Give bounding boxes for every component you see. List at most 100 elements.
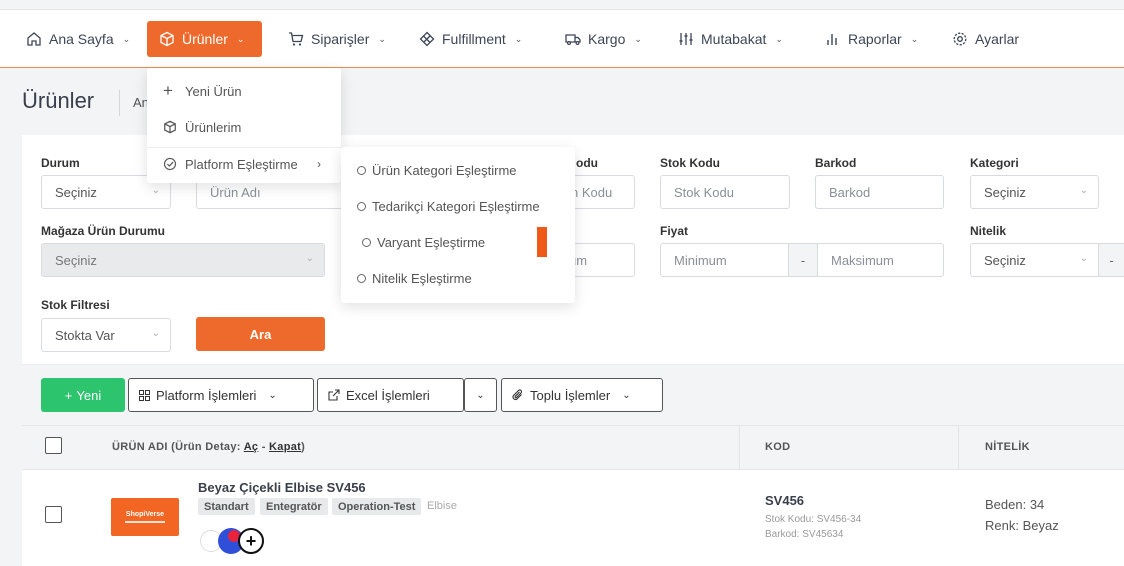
platform-operations-label: Platform İşlemleri — [156, 387, 257, 403]
status-label: Durum — [41, 156, 80, 170]
nav-orders[interactable]: Siparişler ⌄ — [276, 21, 398, 57]
nav-reconciliation[interactable]: Mutabakat ⌄ — [666, 21, 795, 57]
box-icon — [160, 31, 174, 47]
nav-reports-label: Raporlar — [848, 31, 902, 47]
barcode-placeholder: Barkod — [829, 184, 871, 200]
product-code: SV456 — [765, 493, 805, 508]
nav-fulfillment[interactable]: Fulfillment ⌄ — [407, 21, 534, 57]
new-product-button[interactable]: + Yeni — [41, 378, 125, 412]
circle-icon — [357, 165, 366, 175]
submenu-item-variant-matching[interactable]: Varyant Eşleştirme — [362, 232, 485, 252]
attribute-color: Renk: Beyaz — [985, 518, 1059, 533]
stock-filter-select[interactable]: Stokta Var ⌄ — [41, 318, 171, 352]
submenu-item-label: Nitelik Eşleştirme — [372, 270, 472, 286]
table-header: ÜRÜN ADI (Ürün Detay: Aç - Kapat) KOD Nİ… — [22, 425, 1124, 470]
new-button-label: Yeni — [76, 387, 102, 403]
stock-code-label: Stok Kodu — [660, 156, 720, 170]
bar-chart-icon — [827, 34, 837, 45]
excel-operations-label: Excel İşlemleri — [346, 387, 430, 403]
column-attribute: NİTELİK — [985, 441, 1030, 453]
circle-icon — [362, 237, 371, 247]
price-label: Fiyat — [660, 224, 689, 238]
stock-code-input[interactable]: Stok Kodu — [660, 175, 790, 209]
submenu-item-label: Varyant Eşleştirme — [377, 234, 486, 250]
chevron-down-icon: ⌄ — [775, 33, 783, 44]
code-placeholder: n Kodu — [571, 184, 613, 200]
chevron-right-icon: › — [317, 157, 321, 171]
thumbnail-brand-text: ShopiVerse — [125, 511, 165, 518]
nav-shipping[interactable]: Kargo ⌄ — [553, 21, 654, 57]
external-link-icon — [328, 389, 340, 401]
page-title: Ürünler — [22, 88, 95, 113]
nav-reports[interactable]: Raporlar ⌄ — [813, 21, 930, 57]
price-range-dash: - — [788, 243, 818, 277]
nav-shipping-label: Kargo — [588, 31, 626, 47]
add-marketplace-icon[interactable]: + — [238, 528, 264, 554]
submenu-item-label: Tedarikçi Kategori Eşleştirme — [372, 198, 540, 214]
category-label: Kategori — [970, 156, 1019, 170]
barcode-label: Barkod — [815, 156, 857, 170]
menu-item-new-product[interactable]: + Yeni Ürün — [163, 81, 242, 101]
product-name[interactable]: Beyaz Çiçekli Elbise SV456 — [198, 480, 366, 495]
circle-icon — [357, 201, 366, 211]
column-code: KOD — [765, 441, 791, 453]
attribute-select-value: Seçiniz — [984, 252, 1026, 268]
chevron-down-icon: ⌄ — [236, 33, 245, 44]
barcode-input[interactable]: Barkod — [815, 175, 944, 209]
submenu-item-attribute-matching[interactable]: Nitelik Eşleştirme — [357, 268, 472, 288]
cart-icon — [289, 32, 304, 46]
category-select-value: Seçiniz — [984, 184, 1026, 200]
sliders-icon — [679, 33, 693, 45]
column-product-name: ÜRÜN ADI (Ürün Detay: Aç - Kapat) — [112, 441, 305, 453]
package-icon — [419, 31, 435, 47]
bulk-operations-label: Toplu İşlemler — [530, 387, 611, 403]
price-min-input[interactable]: Minimum — [660, 243, 789, 277]
chevron-down-icon: ⌄ — [305, 253, 314, 264]
nav-settings[interactable]: Ayarlar — [940, 21, 1031, 57]
search-button[interactable]: Ara — [196, 317, 325, 351]
status-select-value: Seçiniz — [55, 184, 97, 200]
menu-item-my-products[interactable]: Ürünlerim — [163, 117, 241, 137]
store-status-select[interactable]: Seçiniz ⌄ — [41, 243, 325, 277]
home-icon — [27, 32, 41, 46]
price-max-placeholder: Maksimum — [831, 252, 894, 268]
tag-badge: Operation-Test — [332, 498, 422, 515]
top-strip — [0, 0, 1124, 10]
chevron-down-icon: ⌄ — [476, 389, 485, 401]
price-max-input[interactable]: Maksimum — [817, 243, 944, 277]
bulk-operations-button[interactable]: Toplu İşlemler ⌄ — [501, 378, 663, 412]
chevron-down-icon: ⌄ — [634, 33, 642, 44]
submenu-item-product-category-matching[interactable]: Ürün Kategori Eşleştirme — [357, 160, 517, 180]
product-thumbnail[interactable]: ShopiVerse — [111, 498, 179, 536]
truck-icon — [565, 34, 581, 46]
collapse-details-link[interactable]: Kapat — [269, 441, 301, 453]
tag-badge: Standart — [198, 498, 255, 515]
menu-item-platform-matching[interactable]: Platform Eşleştirme › — [163, 154, 321, 174]
category-select[interactable]: Seçiniz ⌄ — [970, 175, 1099, 209]
thumbnail-bar — [125, 521, 165, 523]
nav-fulfillment-label: Fulfillment — [442, 31, 506, 47]
chevron-down-icon: ⌄ — [1079, 253, 1088, 264]
attribute-select[interactable]: Seçiniz ⌄ — [970, 243, 1099, 277]
expand-details-link[interactable]: Aç — [244, 441, 259, 453]
select-all-checkbox[interactable] — [45, 437, 62, 454]
price-min-placeholder: Minimum — [674, 252, 727, 268]
chevron-down-icon: ⌄ — [151, 185, 160, 196]
chevron-down-icon: ⌄ — [622, 389, 631, 401]
store-status-value: Seçiniz — [55, 252, 97, 268]
column-divider — [958, 426, 959, 469]
menu-divider — [147, 147, 341, 148]
column-divider — [739, 426, 740, 469]
submenu-item-supplier-category-matching[interactable]: Tedarikçi Kategori Eşleştirme — [357, 196, 540, 216]
submenu-item-label: Ürün Kategori Eşleştirme — [372, 162, 517, 178]
stock-code-placeholder: Stok Kodu — [674, 184, 734, 200]
excel-dropdown-toggle[interactable]: ⌄ — [464, 378, 497, 412]
nav-products[interactable]: Ürünler ⌄ — [147, 21, 262, 57]
barcode-text: Barkod: SV45634 — [765, 529, 844, 540]
row-checkbox[interactable] — [45, 506, 62, 523]
platform-operations-button[interactable]: Platform İşlemleri ⌄ — [128, 378, 314, 412]
column-product-name-label: ÜRÜN ADI (Ürün Detay: — [112, 441, 241, 453]
excel-operations-button[interactable]: Excel İşlemleri — [317, 378, 464, 412]
link-separator: - — [261, 441, 266, 453]
nav-home[interactable]: Ana Sayfa ⌄ — [14, 21, 142, 57]
